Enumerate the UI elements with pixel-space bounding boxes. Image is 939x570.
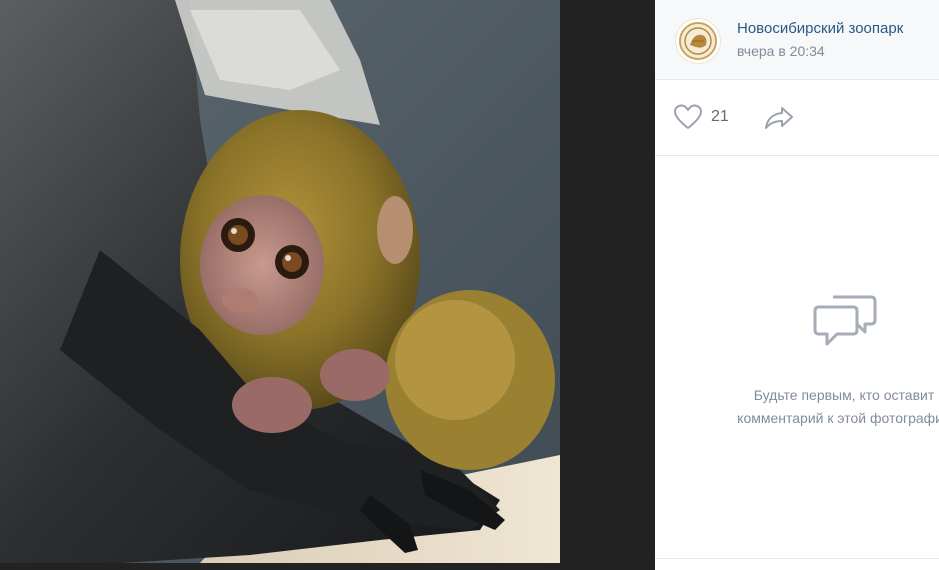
post-header: Новосибирский зоопарк вчера в 20:34	[655, 0, 939, 80]
photo-viewer: Новосибирский зоопарк вчера в 20:34 21 Б…	[0, 0, 939, 570]
comments-empty-line2: комментарий к этой фотографии	[737, 410, 939, 426]
viewer-gap	[560, 0, 655, 570]
comments-empty-state: Будьте первым, кто оставит комментарий к…	[655, 156, 939, 559]
zoo-logo-icon[interactable]	[675, 18, 721, 64]
comments-empty-line1: Будьте первым, кто оставит	[753, 387, 935, 403]
monkey-photo	[0, 0, 560, 563]
comment-input-divider	[655, 558, 939, 559]
photo-side-panel: Новосибирский зоопарк вчера в 20:34 21 Б…	[655, 0, 939, 570]
comments-empty-text: Будьте первым, кто оставит комментарий к…	[679, 384, 939, 430]
like-count: 21	[711, 108, 729, 125]
comment-bubbles-icon	[813, 295, 877, 346]
share-button[interactable]	[763, 104, 795, 132]
post-actions: 21	[655, 80, 939, 156]
like-button[interactable]: 21	[673, 102, 729, 132]
viewer-bottom-strip	[0, 563, 560, 570]
share-arrow-icon	[765, 107, 793, 129]
photo[interactable]	[0, 0, 560, 563]
post-time[interactable]: вчера в 20:34	[737, 43, 825, 59]
heart-icon	[674, 104, 702, 129]
owner-name-link[interactable]: Новосибирский зоопарк	[737, 20, 903, 37]
